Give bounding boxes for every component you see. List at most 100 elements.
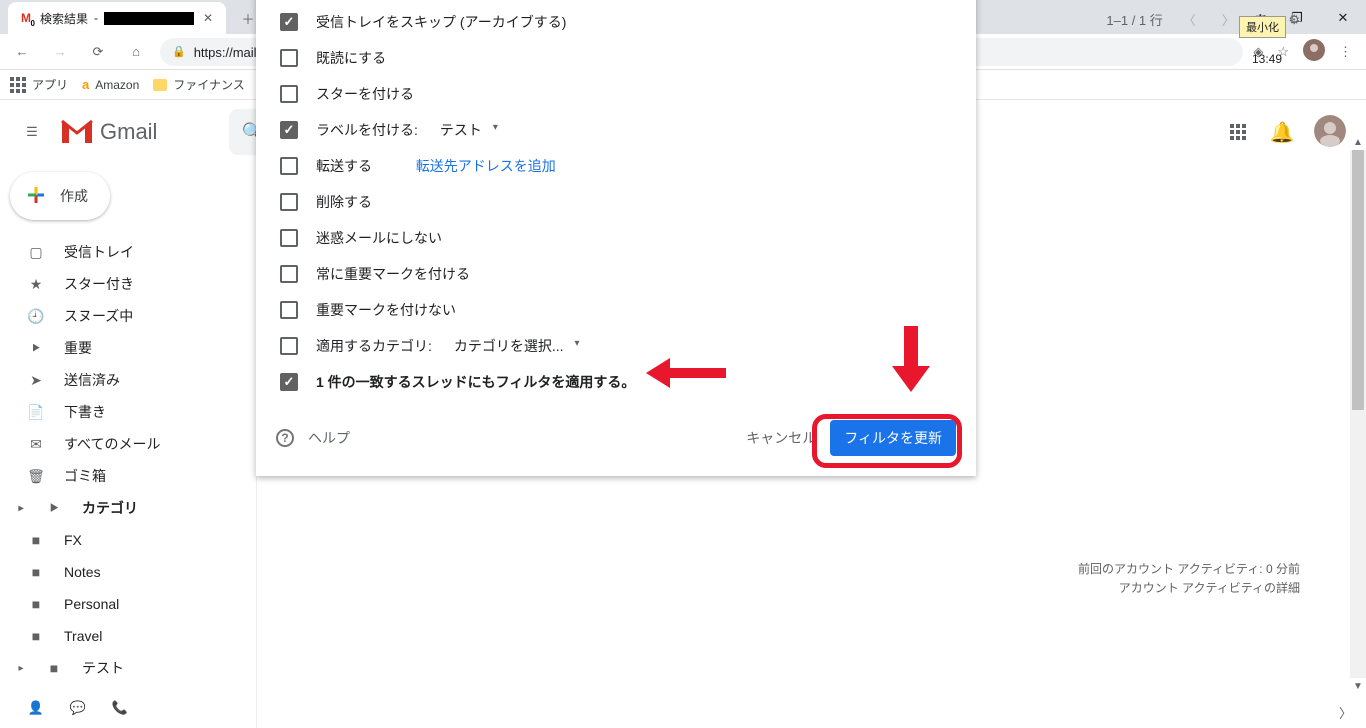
settings-gear-icon[interactable]: ⚙ xyxy=(1288,12,1300,28)
draft-icon: 📄 xyxy=(26,404,46,421)
apps-grid-icon xyxy=(10,77,26,93)
gmail-logo[interactable]: Gmail xyxy=(60,119,157,145)
filter-option-never-important[interactable]: 重要マークを付けない xyxy=(276,292,956,328)
sidebar-item-important[interactable]: ⯈重要 xyxy=(0,332,256,364)
scroll-down-icon[interactable]: ▼ xyxy=(1350,678,1366,694)
gmail-m-icon xyxy=(60,119,94,145)
bookmark-folder-finance[interactable]: ファイナンス xyxy=(153,76,245,93)
checkbox-checked-icon[interactable] xyxy=(280,13,298,31)
label-select-dropdown[interactable]: テスト xyxy=(440,120,498,140)
hangouts-contacts-icon[interactable]: 👤 xyxy=(26,700,46,716)
inbox-icon: ▢ xyxy=(26,244,46,261)
checkbox-icon[interactable] xyxy=(280,49,298,67)
account-avatar[interactable] xyxy=(1314,115,1346,150)
filter-option-never-spam[interactable]: 迷惑メールにしない xyxy=(276,220,956,256)
filter-option-mark-read[interactable]: 既読にする xyxy=(276,40,956,76)
label-icon: ■ xyxy=(26,564,46,580)
pager-prev-icon[interactable]: 〈 xyxy=(1177,10,1202,29)
forward-button[interactable]: → xyxy=(46,38,74,66)
sidepanel-collapse-icon[interactable]: 〉 xyxy=(1339,703,1352,722)
sidebar-label-fx[interactable]: ■FX xyxy=(0,524,256,556)
scroll-up-icon[interactable]: ▲ xyxy=(1350,134,1366,150)
main-layout: 作成 ▢受信トレイ ★スター付き 🕘スヌーズ中 ⯈重要 ➤送信済み 📄下書き ✉… xyxy=(0,164,1366,728)
sidebar-item-drafts[interactable]: 📄下書き xyxy=(0,396,256,428)
hangouts-chat-icon[interactable]: 💬 xyxy=(68,700,88,716)
compose-plus-icon xyxy=(24,183,48,210)
checkbox-icon[interactable] xyxy=(280,229,298,247)
sidebar-label-personal[interactable]: ■Personal xyxy=(0,588,256,620)
mail-time: 13:49 xyxy=(1252,52,1282,66)
bookmark-amazon[interactable]: aAmazon xyxy=(82,77,139,92)
close-window-button[interactable]: ✕ xyxy=(1320,2,1366,34)
filter-option-also-apply[interactable]: 1 件の一致するスレッドにもフィルタを適用する。 xyxy=(276,364,956,400)
caret-right-icon: ▸ xyxy=(16,663,26,674)
lock-icon: 🔒 xyxy=(172,45,186,58)
filter-option-categorize[interactable]: 適用するカテゴリ:カテゴリを選択... xyxy=(276,328,956,364)
checkbox-icon[interactable] xyxy=(280,193,298,211)
sidebar-item-snoozed[interactable]: 🕘スヌーズ中 xyxy=(0,300,256,332)
annotation-arrow-down xyxy=(896,326,926,392)
sidebar-item-inbox[interactable]: ▢受信トレイ xyxy=(0,236,256,268)
checkbox-icon[interactable] xyxy=(280,157,298,175)
checkbox-icon[interactable] xyxy=(280,301,298,319)
sidebar-label-test[interactable]: ▸■テスト xyxy=(0,652,256,684)
folder-icon xyxy=(153,79,167,91)
home-button[interactable]: ⌂ xyxy=(122,38,150,66)
filter-option-always-important[interactable]: 常に重要マークを付ける xyxy=(276,256,956,292)
annotation-arrow-left xyxy=(646,362,726,384)
checkbox-checked-icon[interactable] xyxy=(280,373,298,391)
checkbox-checked-icon[interactable] xyxy=(280,121,298,139)
left-sidebar: 作成 ▢受信トレイ ★スター付き 🕘スヌーズ中 ⯈重要 ➤送信済み 📄下書き ✉… xyxy=(0,164,256,728)
help-icon[interactable]: ? xyxy=(276,429,294,447)
label-icon: ■ xyxy=(26,532,46,548)
filter-option-apply-label[interactable]: ラベルを付ける:テスト xyxy=(276,112,956,148)
sidebar-label-notes[interactable]: ■Notes xyxy=(0,556,256,588)
back-button[interactable]: ← xyxy=(8,38,36,66)
hangouts-call-icon[interactable]: 📞 xyxy=(110,700,130,716)
browser-menu-icon[interactable]: ⋮ xyxy=(1339,44,1352,60)
cancel-button[interactable]: キャンセル xyxy=(746,428,816,448)
filter-option-skip-inbox[interactable]: 受信トレイをスキップ (アーカイブする) xyxy=(276,4,956,40)
label-icon: ■ xyxy=(26,628,46,644)
apps-shortcut[interactable]: アプリ xyxy=(10,76,68,93)
important-icon: ⯈ xyxy=(26,340,46,357)
checkbox-icon[interactable] xyxy=(280,85,298,103)
reload-button[interactable]: ⟳ xyxy=(84,38,112,66)
category-select-dropdown[interactable]: カテゴリを選択... xyxy=(454,336,580,356)
add-forward-address-link[interactable]: 転送先アドレスを追加 xyxy=(416,156,556,176)
compose-button[interactable]: 作成 xyxy=(10,172,110,220)
browser-tab-active[interactable]: M 検索結果 - ✕ xyxy=(8,2,226,34)
caret-right-icon: ▸ xyxy=(16,503,26,514)
trash-icon: 🗑 xyxy=(26,468,46,485)
compose-label: 作成 xyxy=(60,186,88,206)
label-icon: ■ xyxy=(44,660,64,676)
sidebar-item-all-mail[interactable]: ✉すべてのメール xyxy=(0,428,256,460)
gmail-brand-text: Gmail xyxy=(100,119,157,145)
hangouts-bar: 👤 💬 📞 xyxy=(0,688,130,728)
main-menu-button[interactable]: ☰ xyxy=(8,108,56,156)
clock-icon: 🕘 xyxy=(26,308,46,325)
annotation-highlight-ring xyxy=(812,414,962,468)
filter-panel: ← この検索条件に一致するメールが届いたとき: 受信トレイをスキップ (アーカイ… xyxy=(256,0,976,476)
tab-close-icon[interactable]: ✕ xyxy=(200,10,216,26)
checkbox-icon[interactable] xyxy=(280,265,298,283)
scroll-thumb[interactable] xyxy=(1352,150,1364,410)
checkbox-icon[interactable] xyxy=(280,337,298,355)
pager-next-icon[interactable]: 〉 xyxy=(1216,10,1241,29)
activity-line2[interactable]: アカウント アクティビティの詳細 xyxy=(1078,579,1300,598)
content-area: 1–1 / 1 行 〈 〉 あ ▾ ⚙ 13:49 前回のアカウント アクティビ… xyxy=(256,0,1312,728)
filter-option-forward[interactable]: 転送する 転送先アドレスを追加 xyxy=(276,148,956,184)
filter-option-delete[interactable]: 削除する xyxy=(276,184,956,220)
all-mail-icon: ✉ xyxy=(26,436,46,453)
sidebar-label-travel[interactable]: ■Travel xyxy=(0,620,256,652)
minimize-tooltip: 最小化 xyxy=(1239,16,1286,38)
scrollbar[interactable]: ▲ ▼ xyxy=(1350,150,1366,678)
sidebar-item-trash[interactable]: 🗑ゴミ箱 xyxy=(0,460,256,492)
sidebar-item-categories[interactable]: ▸⯈カテゴリ xyxy=(0,492,256,524)
tab-title-prefix: 検索結果 xyxy=(40,10,88,27)
activity-line1: 前回のアカウント アクティビティ: 0 分前 xyxy=(1078,560,1300,579)
help-label[interactable]: ヘルプ xyxy=(308,428,350,448)
sidebar-item-sent[interactable]: ➤送信済み xyxy=(0,364,256,396)
filter-option-star[interactable]: スターを付ける xyxy=(276,76,956,112)
sidebar-item-starred[interactable]: ★スター付き xyxy=(0,268,256,300)
